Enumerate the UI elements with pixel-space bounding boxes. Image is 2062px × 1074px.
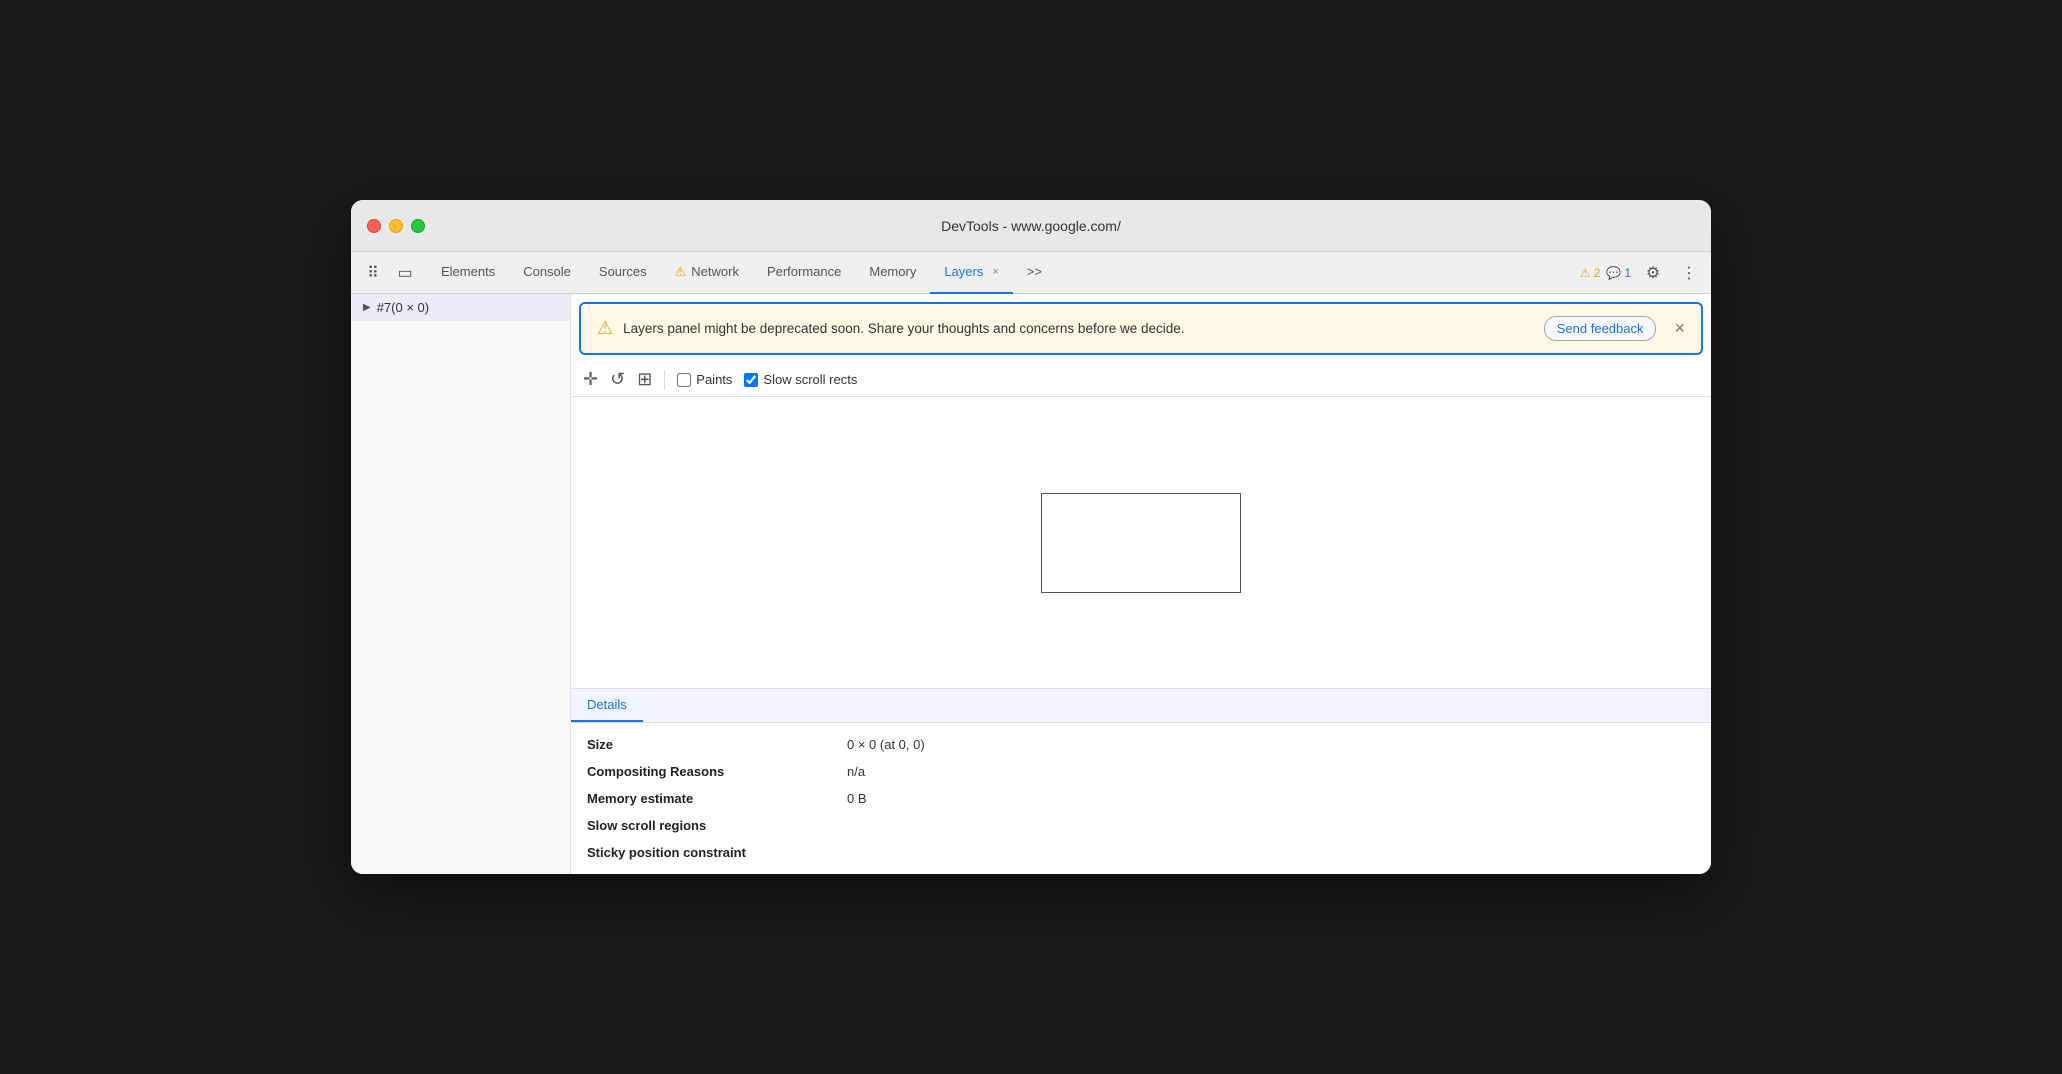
details-row-sticky: Sticky position constraint [587,839,1695,866]
sidebar: ▶ #7(0 × 0) [351,294,571,874]
details-row-memory: Memory estimate 0 B [587,785,1695,812]
details-row-size: Size 0 × 0 (at 0, 0) [587,731,1695,758]
slow-scroll-rects-checkbox[interactable] [744,373,758,387]
fit-icon[interactable]: ⊞ [637,369,652,390]
tabs-bar: ⠿ ▭ Elements Console Sources ⚠ Network P… [351,252,1711,294]
close-button[interactable] [367,219,381,233]
tab-performance[interactable]: Performance [753,252,855,294]
details-key-memory: Memory estimate [587,791,847,806]
more-options-button[interactable]: ⋮ [1675,259,1703,287]
tab-icons: ⠿ ▭ [359,259,419,287]
inspect-icon-btn[interactable]: ⠿ [359,259,387,287]
devtools-body: ▶ #7(0 × 0) ⚠ Layers panel might be depr… [351,294,1711,874]
details-tab[interactable]: Details [571,689,643,722]
tab-sources[interactable]: Sources [585,252,661,294]
banner-warning-icon: ⚠ [597,318,613,339]
tab-console-label: Console [523,264,571,279]
warning-badge-icon: ⚠ [1580,266,1591,280]
network-warning-icon: ⚠ [675,264,687,280]
tab-memory[interactable]: Memory [855,252,930,294]
settings-button[interactable]: ⚙ [1639,259,1667,287]
device-icon: ▭ [397,263,412,283]
details-row-slow-scroll: Slow scroll regions [587,812,1695,839]
paints-label: Paints [696,372,732,387]
settings-icon: ⚙ [1646,263,1660,283]
details-row-compositing: Compositing Reasons n/a [587,758,1695,785]
tab-more[interactable]: >> [1013,252,1056,294]
tab-sources-label: Sources [599,264,647,279]
tab-layers-label: Layers [944,264,983,279]
details-value-memory: 0 B [847,791,867,806]
toolbar-separator [664,370,665,390]
expand-arrow-icon: ▶ [363,302,371,313]
layers-toolbar: ✛ ↺ ⊞ Paints Slow scroll rects [571,363,1711,397]
traffic-lights [367,219,425,233]
maximize-button[interactable] [411,219,425,233]
details-table: Size 0 × 0 (at 0, 0) Compositing Reasons… [571,723,1711,874]
window-title: DevTools - www.google.com/ [941,218,1121,234]
banner-close-button[interactable]: × [1674,318,1685,339]
tab-more-label: >> [1027,264,1042,279]
details-value-compositing: n/a [847,764,865,779]
tab-memory-label: Memory [869,264,916,279]
tab-layers-close[interactable]: × [992,266,998,278]
details-section: Details [571,689,1711,723]
more-options-icon: ⋮ [1681,263,1697,283]
device-icon-btn[interactable]: ▭ [391,259,419,287]
deprecation-banner: ⚠ Layers panel might be deprecated soon.… [579,302,1703,355]
pan-icon[interactable]: ✛ [583,369,598,390]
tabs-right: ⚠ 2 💬 1 ⚙ ⋮ [1580,259,1703,287]
sidebar-item-label: #7(0 × 0) [377,300,429,315]
devtools-container: ⠿ ▭ Elements Console Sources ⚠ Network P… [351,252,1711,874]
tab-layers[interactable]: Layers × [930,252,1012,294]
info-badge-count: 1 [1624,266,1631,280]
info-badge-icon: 💬 [1606,266,1621,280]
send-feedback-button[interactable]: Send feedback [1544,316,1657,341]
tab-elements[interactable]: Elements [427,252,509,294]
paints-checkbox-label[interactable]: Paints [677,372,732,387]
tab-network-label: Network [691,264,739,279]
devtools-window: DevTools - www.google.com/ ⠿ ▭ Elements … [351,200,1711,874]
inspect-icon: ⠿ [367,263,379,283]
badge-group: ⚠ 2 💬 1 [1580,266,1631,280]
canvas-area [571,397,1711,689]
tab-console[interactable]: Console [509,252,585,294]
details-key-slow-scroll: Slow scroll regions [587,818,847,833]
slow-scroll-rects-label: Slow scroll rects [763,372,857,387]
tab-performance-label: Performance [767,264,841,279]
warning-badge-count: 2 [1594,266,1601,280]
sidebar-item-layer[interactable]: ▶ #7(0 × 0) [351,294,570,321]
details-key-compositing: Compositing Reasons [587,764,847,779]
details-key-size: Size [587,737,847,752]
minimize-button[interactable] [389,219,403,233]
warning-badge[interactable]: ⚠ 2 [1580,266,1600,280]
info-badge[interactable]: 💬 1 [1606,266,1631,280]
tab-elements-label: Elements [441,264,495,279]
titlebar: DevTools - www.google.com/ [351,200,1711,252]
main-content: ⚠ Layers panel might be deprecated soon.… [571,294,1711,874]
layer-rectangle [1041,493,1241,593]
rotate-icon[interactable]: ↺ [610,369,625,390]
paints-checkbox[interactable] [677,373,691,387]
banner-message: Layers panel might be deprecated soon. S… [623,321,1534,336]
tab-network[interactable]: ⚠ Network [661,252,753,294]
details-value-size: 0 × 0 (at 0, 0) [847,737,925,752]
slow-scroll-rects-checkbox-label[interactable]: Slow scroll rects [744,372,857,387]
details-key-sticky: Sticky position constraint [587,845,847,860]
